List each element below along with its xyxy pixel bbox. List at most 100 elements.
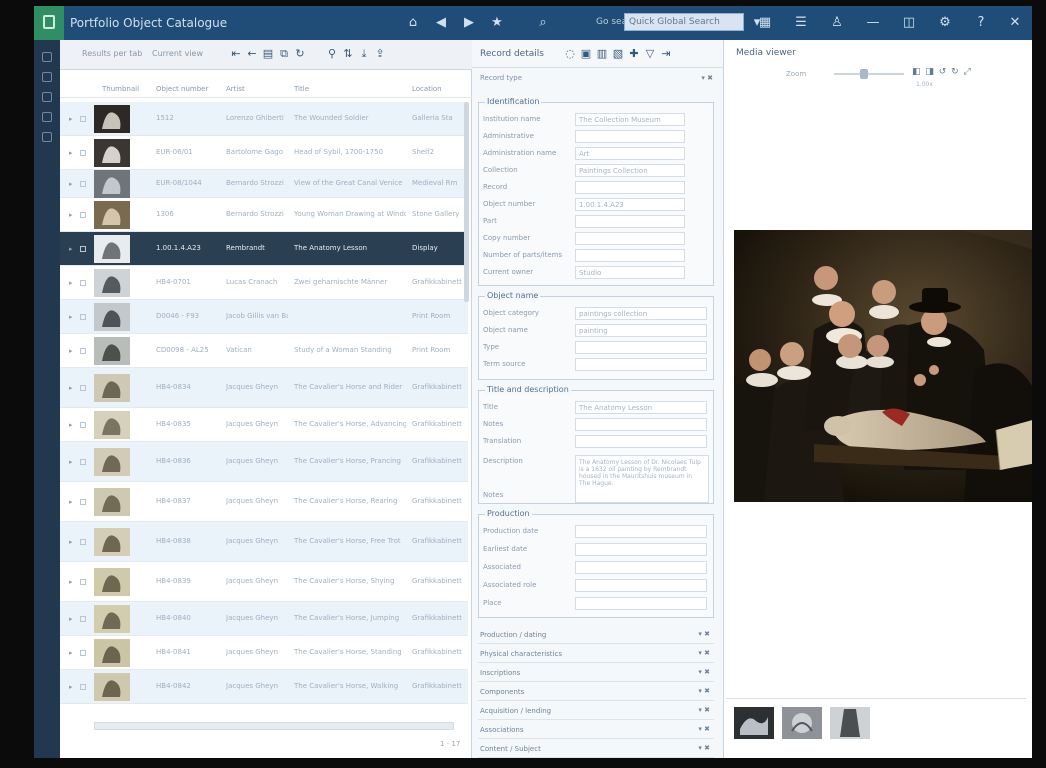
table-row[interactable]: ▸ HB4-0842 Jacques Gheyn The Cavalier's Hor… [60, 670, 468, 704]
record-thumbnail[interactable] [94, 105, 130, 133]
field-input[interactable] [575, 358, 707, 371]
table-row[interactable]: ▸ EUR-06/01 Bartolome Gago Head of Sybil, 1… [60, 136, 468, 170]
results-view-select[interactable]: Current view [152, 49, 203, 58]
field-input[interactable]: Art [575, 147, 685, 160]
section-controls-icon[interactable]: ▾ ✖ [698, 744, 710, 752]
row-checkbox[interactable] [80, 347, 86, 354]
record-thumbnail[interactable] [94, 448, 130, 476]
prev-page-icon[interactable]: ← [246, 48, 258, 60]
row-checkbox[interactable] [80, 649, 86, 656]
results-filter-label[interactable]: Results per tab [82, 49, 142, 58]
expand-row-icon[interactable]: ▸ [69, 615, 73, 623]
collapsed-section[interactable]: Associations ▾ ✖ [478, 721, 714, 739]
field-input[interactable] [575, 525, 707, 538]
table-row[interactable]: ▸ HB4-0840 Jacques Gheyn The Cavalier's Hor… [60, 602, 468, 636]
table-row[interactable]: ▸ 1512 Lorenzo Ghiberti The Wounded Soldier… [60, 102, 468, 136]
table-row[interactable]: ▸ HB4-0837 Jacques Gheyn The Cavalier's Hor… [60, 482, 468, 522]
table-row[interactable]: ▸ HB4-0834 Jacques Gheyn The Cavalier's Hor… [60, 368, 468, 408]
field-input[interactable] [575, 181, 685, 194]
expand-row-icon[interactable]: ▸ [69, 421, 73, 429]
row-checkbox[interactable] [80, 421, 86, 428]
record-thumbnail[interactable] [94, 201, 130, 229]
record-thumbnail[interactable] [94, 411, 130, 439]
record-thumbnail[interactable] [94, 303, 130, 331]
field-input[interactable] [575, 130, 685, 143]
field-input[interactable]: The Anatomy Lesson [575, 401, 707, 414]
section-controls-icon[interactable]: ▾ ✖ [698, 725, 710, 733]
column-header[interactable]: Thumbnail [102, 85, 139, 93]
row-checkbox[interactable] [80, 538, 86, 545]
table-row[interactable]: ▸ 1306 Bernardo Strozzi Young Woman Drawing… [60, 198, 468, 232]
next-record-icon[interactable]: ⇥ [660, 48, 672, 60]
window-icon[interactable]: ◫ [900, 14, 918, 32]
help-icon[interactable]: ? [972, 14, 990, 32]
field-input[interactable] [575, 561, 707, 574]
field-input[interactable]: paintings collection [575, 307, 707, 320]
field-input[interactable]: 1.00.1.4.A23 [575, 198, 685, 211]
forward-icon[interactable]: ▶ [460, 14, 478, 32]
media-thumbnail[interactable] [782, 707, 822, 739]
row-checkbox[interactable] [80, 245, 86, 252]
expand-row-icon[interactable]: ▸ [69, 211, 73, 219]
media-controls[interactable]: ◧ ◨ ↺ ↻ ⤢ [912, 67, 972, 77]
record-thumbnail[interactable] [94, 337, 130, 365]
sort-icon[interactable]: ⇅ [342, 48, 354, 60]
minus-icon[interactable]: — [864, 14, 882, 32]
row-checkbox[interactable] [80, 180, 86, 187]
folder-icon[interactable] [42, 52, 52, 62]
table-row[interactable]: ▸ CD0098 - AL25 Vatican Study of a Woman St… [60, 334, 468, 368]
field-input[interactable] [575, 418, 707, 431]
expand-row-icon[interactable]: ▸ [69, 245, 73, 253]
column-header[interactable]: Title [294, 85, 309, 93]
expand-row-icon[interactable]: ▸ [69, 384, 73, 392]
field-input[interactable] [575, 249, 685, 262]
collapsed-section[interactable]: Content / Subject ▾ ✖ [478, 740, 714, 758]
record-thumbnail[interactable] [94, 170, 130, 198]
record-thumbnail[interactable] [94, 528, 130, 556]
table-row[interactable]: ▸ EUR-08/1044 Bernardo Strozzi View of the … [60, 170, 468, 198]
column-header[interactable]: Object number [156, 85, 208, 93]
record-thumbnail[interactable] [94, 673, 130, 701]
filter-icon[interactable]: ⚲ [326, 48, 338, 60]
media-thumbnail[interactable] [830, 707, 870, 739]
media-icon[interactable] [42, 92, 52, 102]
expand-row-icon[interactable]: ▸ [69, 578, 73, 586]
field-input[interactable] [575, 543, 707, 556]
table-row[interactable]: ▸ HB4-0838 Jacques Gheyn The Cavalier's Hor… [60, 522, 468, 562]
expand-row-icon[interactable]: ▸ [69, 279, 73, 287]
user-icon[interactable]: ♙ [828, 14, 846, 32]
back-icon[interactable]: ◀ [432, 14, 450, 32]
record-thumbnail[interactable] [94, 605, 130, 633]
expand-row-icon[interactable]: ▸ [69, 458, 73, 466]
share-icon[interactable]: ⇪ [374, 48, 386, 60]
list-icon[interactable]: ☰ [792, 14, 810, 32]
row-checkbox[interactable] [80, 115, 86, 122]
column-header[interactable]: Artist [226, 85, 245, 93]
new-record-icon[interactable]: ▣ [580, 48, 592, 60]
field-input[interactable] [575, 579, 707, 592]
record-thumbnail[interactable] [94, 639, 130, 667]
collapsed-section[interactable]: Acquisition / lending ▾ ✖ [478, 702, 714, 720]
save-icon[interactable]: ▥ [596, 48, 608, 60]
field-input[interactable]: painting [575, 324, 707, 337]
collapsed-section[interactable]: Inscriptions ▾ ✖ [478, 664, 714, 682]
record-thumbnail[interactable] [94, 139, 130, 167]
media-thumbnail[interactable] [734, 707, 774, 739]
close-icon[interactable]: ✕ [1006, 14, 1024, 32]
field-input[interactable] [575, 341, 707, 354]
expand-row-icon[interactable]: ▸ [69, 649, 73, 657]
field-input[interactable]: Paintings Collection [575, 164, 685, 177]
section-controls-icon[interactable]: ▾ ✖ [698, 687, 710, 695]
row-checkbox[interactable] [80, 498, 86, 505]
print-icon[interactable]: ▤ [262, 48, 274, 60]
filter-record-icon[interactable]: ▽ [644, 48, 656, 60]
field-input[interactable]: Studio [575, 266, 685, 279]
row-checkbox[interactable] [80, 149, 86, 156]
row-checkbox[interactable] [80, 313, 86, 320]
record-thumbnail[interactable] [94, 269, 130, 297]
collapsed-section[interactable]: Production / dating ▾ ✖ [478, 626, 714, 644]
add-icon[interactable]: ✚ [628, 48, 640, 60]
star-icon[interactable]: ★ [488, 14, 506, 32]
results-vertical-scrollbar[interactable] [464, 102, 469, 302]
copy-icon[interactable]: ⧉ [278, 48, 290, 60]
